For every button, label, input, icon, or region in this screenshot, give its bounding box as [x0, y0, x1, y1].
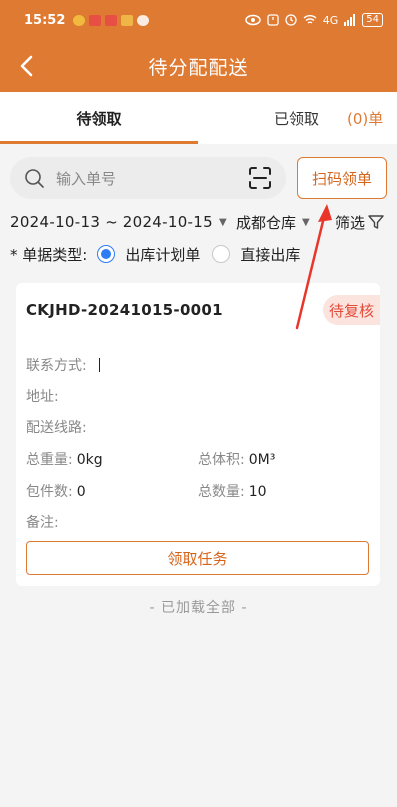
- received-count: (0)单: [347, 109, 384, 128]
- status-badge: 待复核: [323, 295, 380, 325]
- filter-row: 2024-10-13 ~ 2024-10-15 ▼ 成都仓库 ▼ 筛选: [10, 209, 390, 235]
- route-field: 配送线路:: [26, 417, 91, 437]
- status-time: 15:52: [24, 12, 66, 28]
- tab-pending-label: 待领取: [76, 109, 122, 128]
- nav-header: 待分配配送: [0, 40, 397, 92]
- scan-claim-button[interactable]: 扫码领单: [297, 157, 387, 199]
- radio-direct-outbound[interactable]: [212, 245, 231, 263]
- route-label: 配送线路:: [26, 420, 87, 436]
- order-number: CKJHD-20241015-0001: [26, 301, 223, 319]
- alarm-icon: [267, 14, 279, 26]
- tab-received-label: 已领取: [274, 109, 320, 128]
- weight-field: 总重量: 0kg: [26, 449, 103, 469]
- app-notification-icon: [105, 14, 118, 26]
- date-range[interactable]: 2024-10-13 ~ 2024-10-15 ▼: [10, 213, 227, 231]
- volume-field: 总体积: 0M³: [198, 449, 275, 469]
- packages-label: 包件数:: [26, 484, 73, 500]
- funnel-icon: [368, 215, 384, 229]
- doc-type-row: * 单据类型: 出库计划单 直接出库: [10, 243, 390, 265]
- notification-icons: [73, 14, 150, 26]
- top-bar: 15:52 4G 54 待分配配送: [0, 0, 397, 92]
- packages-value: 0: [76, 484, 86, 500]
- chat-notification-icon: [137, 14, 150, 26]
- app-notification-icon: [89, 14, 102, 26]
- warehouse-select[interactable]: 成都仓库 ▼: [236, 209, 310, 235]
- clock-icon: [285, 14, 297, 26]
- radio-outbound-plan[interactable]: [97, 245, 116, 263]
- app-notification-icon: [121, 14, 134, 26]
- warehouse-value: 成都仓库: [236, 213, 297, 232]
- weight-label: 总重量:: [26, 452, 73, 468]
- address-field: 地址:: [26, 386, 63, 406]
- contact-field: 联系方式:: [26, 355, 100, 375]
- end-date: 2024-10-15: [122, 213, 213, 231]
- chevron-down-icon: ▼: [218, 216, 227, 228]
- packages-field: 包件数: 0: [26, 481, 86, 501]
- signal-icon: [344, 14, 356, 26]
- chevron-down-icon: ▼: [302, 216, 310, 228]
- network-type: 4G: [322, 13, 339, 27]
- tab-bar: 待领取 已领取 (0)单: [0, 92, 397, 144]
- tab-received[interactable]: 已领取: [274, 92, 319, 144]
- date-separator: ~: [105, 213, 118, 231]
- remark-label: 备注:: [26, 515, 59, 531]
- order-card: CKJHD-20241015-0001 待复核 联系方式: 地址: 配送线路: …: [16, 283, 380, 586]
- text-caret: [98, 358, 100, 372]
- filter-label: 筛选: [335, 213, 366, 232]
- search-placeholder: 输入单号: [56, 169, 117, 188]
- radio-outbound-plan-label[interactable]: 出库计划单: [125, 244, 200, 265]
- active-tab-indicator: [0, 141, 198, 144]
- search-icon: [25, 169, 44, 188]
- quantity-label: 总数量:: [198, 484, 245, 500]
- chevron-left-icon: [20, 55, 33, 77]
- volume-label: 总体积:: [198, 452, 245, 468]
- quantity-value: 10: [248, 484, 267, 500]
- status-right: 4G 54: [244, 13, 383, 27]
- weight-value: 0kg: [76, 452, 103, 468]
- remark-field: 备注:: [26, 512, 63, 532]
- status-bar: 15:52 4G 54: [0, 0, 397, 40]
- start-date: 2024-10-13: [10, 213, 101, 231]
- load-complete-text: - 已加载全部 -: [149, 600, 248, 616]
- search-input[interactable]: 输入单号: [10, 157, 286, 199]
- app-notification-icon: [73, 14, 86, 26]
- address-label: 地址:: [26, 389, 59, 405]
- quantity-field: 总数量: 10: [198, 481, 267, 501]
- contact-label: 联系方式:: [26, 358, 87, 374]
- filter-button[interactable]: 筛选: [335, 209, 385, 235]
- eye-icon: [244, 14, 261, 26]
- scan-icon[interactable]: [248, 166, 272, 190]
- tab-pending[interactable]: 待领取: [0, 92, 198, 144]
- doc-type-label: * 单据类型:: [10, 245, 88, 264]
- claim-task-button[interactable]: 领取任务: [26, 541, 369, 575]
- radio-direct-outbound-label[interactable]: 直接出库: [240, 244, 300, 265]
- back-button[interactable]: [12, 52, 40, 80]
- battery-level: 54: [362, 13, 383, 27]
- volume-value: 0M³: [248, 452, 276, 468]
- wifi-icon: [303, 15, 317, 24]
- page-title: 待分配配送: [148, 56, 249, 79]
